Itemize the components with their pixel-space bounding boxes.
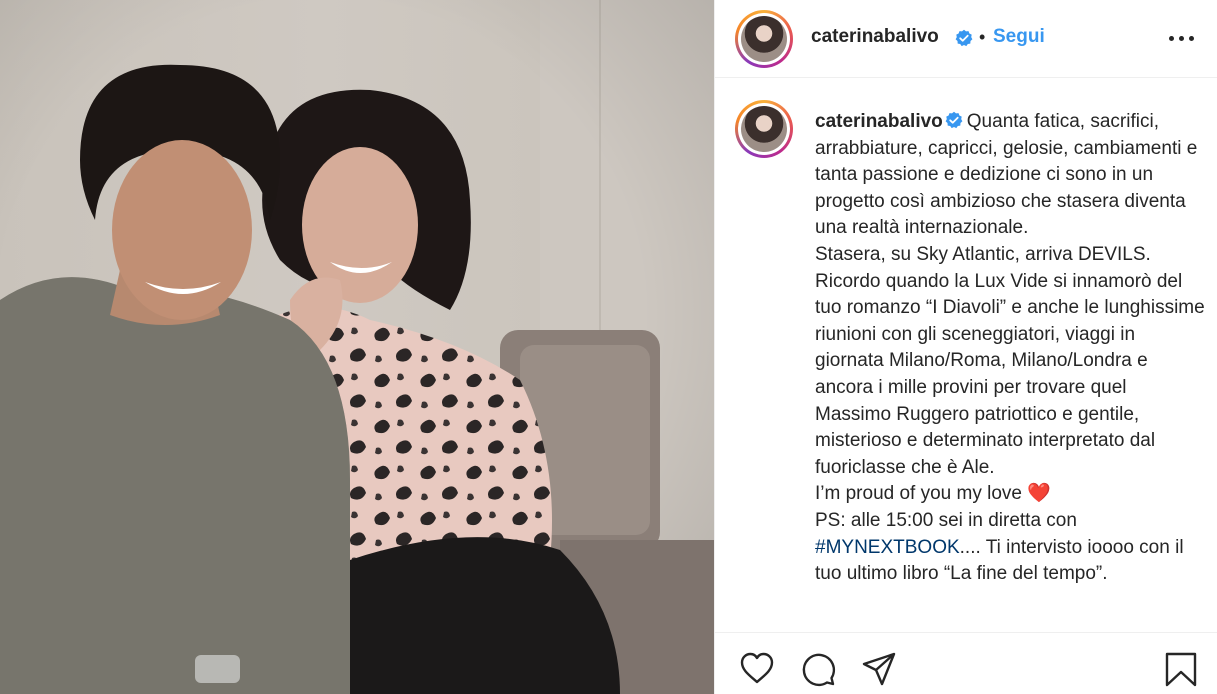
post-side-panel: caterinabalivo • Segui caterinabalivo Qua…	[714, 0, 1217, 694]
post-photo-illustration	[0, 0, 714, 694]
caption-text-ps: PS: alle 15:00 sei in diretta con	[815, 509, 1077, 531]
heart-icon[interactable]	[739, 651, 775, 687]
verified-badge-icon	[955, 29, 973, 47]
caption-text: Quanta fatica, sacrifici, arrabbiature, …	[815, 111, 1205, 505]
post-caption: caterinabalivo Quanta fatica, sacrifici, …	[815, 109, 1207, 588]
caption-username[interactable]: caterinabalivo	[815, 111, 943, 132]
hashtag-link[interactable]: #MYNEXTBOOK	[815, 537, 960, 558]
caption-avatar[interactable]	[735, 100, 793, 158]
more-options-icon[interactable]	[1167, 22, 1197, 52]
comments-area: caterinabalivo Quanta fatica, sacrifici, …	[715, 78, 1217, 632]
author-username[interactable]: caterinabalivo	[811, 26, 939, 48]
profile-avatar[interactable]	[735, 10, 793, 68]
header-separator: •	[979, 27, 986, 47]
follow-button[interactable]: Segui	[993, 26, 1045, 48]
post-header: caterinabalivo • Segui	[715, 0, 1217, 78]
bookmark-icon[interactable]	[1163, 651, 1199, 687]
post-actions-bar	[715, 632, 1217, 694]
share-icon[interactable]	[861, 651, 897, 687]
comment-icon[interactable]	[800, 651, 836, 687]
verified-badge-icon	[945, 111, 963, 129]
post-photo[interactable]	[0, 0, 714, 694]
red-heart-emoji: ❤️	[1027, 483, 1051, 505]
